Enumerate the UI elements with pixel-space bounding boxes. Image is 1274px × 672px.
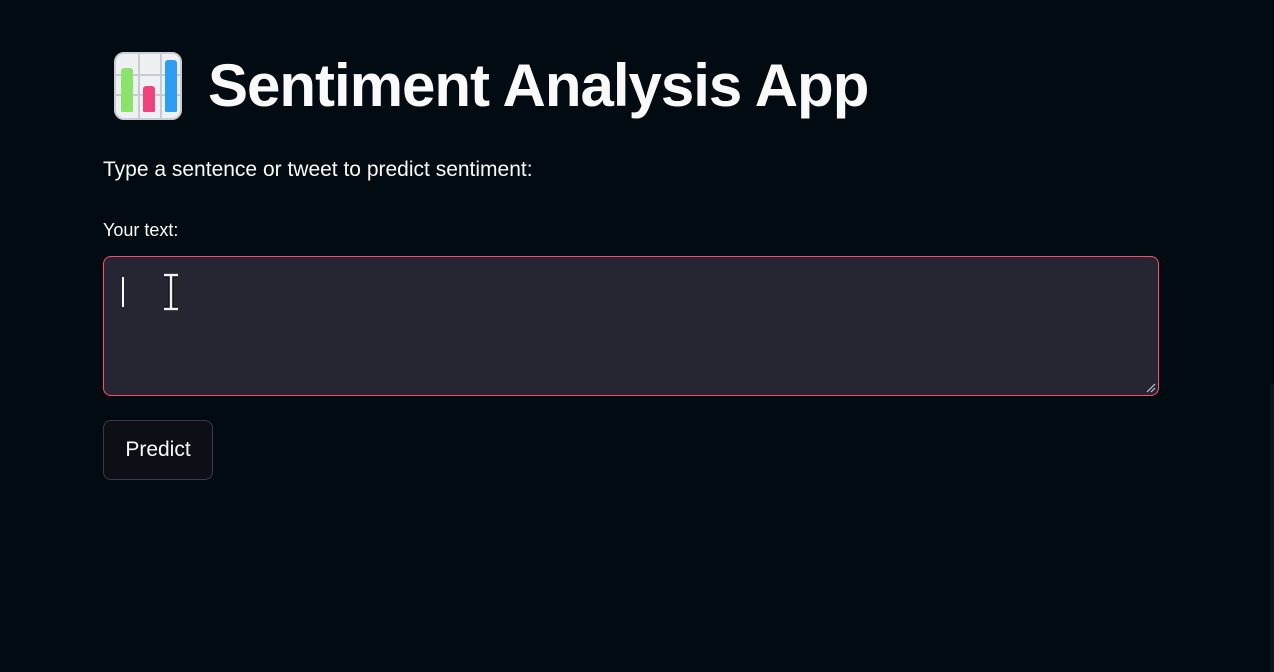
page-title: Sentiment Analysis App	[208, 52, 869, 119]
chart-icon-bar-blue	[165, 60, 177, 112]
app-main: Sentiment Analysis App Type a sentence o…	[0, 0, 1274, 672]
chart-icon-bar-pink	[143, 86, 155, 112]
bar-chart-icon	[114, 52, 182, 120]
resize-handle-icon[interactable]	[1146, 383, 1156, 393]
page-scrollbar[interactable]	[1270, 384, 1274, 672]
text-input-label: Your text:	[103, 220, 179, 240]
ibeam-cursor-icon	[164, 273, 178, 311]
chart-icon-bar-green	[121, 68, 133, 112]
text-input-area[interactable]	[103, 256, 1159, 396]
predict-button[interactable]: Predict	[103, 420, 213, 480]
header: Sentiment Analysis App	[114, 52, 869, 120]
text-caret	[122, 277, 124, 307]
instructions-text: Type a sentence or tweet to predict sent…	[103, 158, 533, 181]
